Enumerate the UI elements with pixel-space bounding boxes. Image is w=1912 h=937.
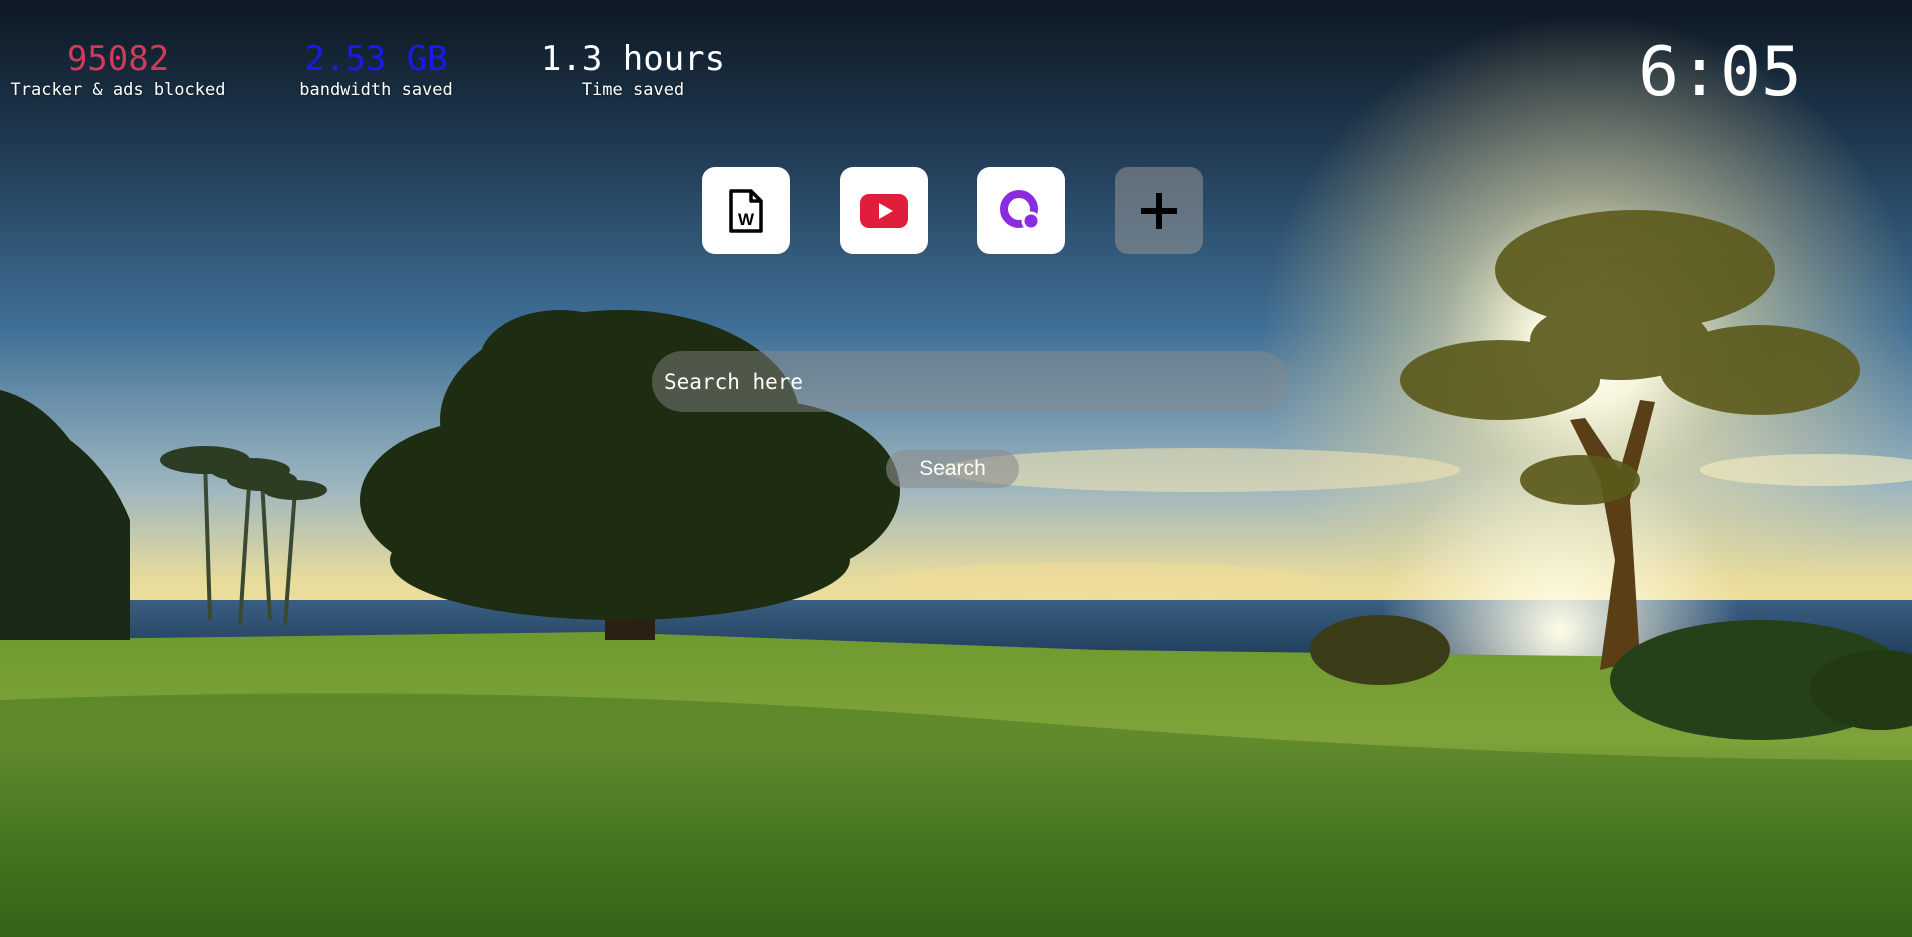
svg-text:W: W [738,210,755,229]
bandwidth-saved-stat: 2.53 GB bandwidth saved [285,38,467,100]
clock: 6:05 [1638,33,1802,112]
search-input[interactable] [652,351,1289,412]
youtube-icon [860,193,908,228]
trackers-blocked-label: Tracker & ads blocked [10,80,226,100]
purple-ring-icon [1000,189,1041,230]
trackers-blocked-value: 95082 [66,39,170,79]
trackers-blocked-stat: 95082 Tracker & ads blocked [0,38,236,100]
bandwidth-saved-value: 2.53 GB [304,39,448,79]
time-saved-label: Time saved [581,80,685,100]
shortcut-word-document[interactable]: W [702,167,790,254]
add-shortcut-button[interactable] [1115,167,1203,254]
bandwidth-saved-label: bandwidth saved [299,80,453,100]
time-saved-value: 1.3 hours [540,39,726,79]
shortcut-purple-app[interactable] [977,167,1065,254]
word-document-icon: W [729,188,763,233]
search-button[interactable]: Search [886,450,1019,488]
plus-icon [1141,192,1177,229]
shortcut-youtube[interactable] [840,167,928,254]
time-saved-stat: 1.3 hours Time saved [525,38,741,100]
